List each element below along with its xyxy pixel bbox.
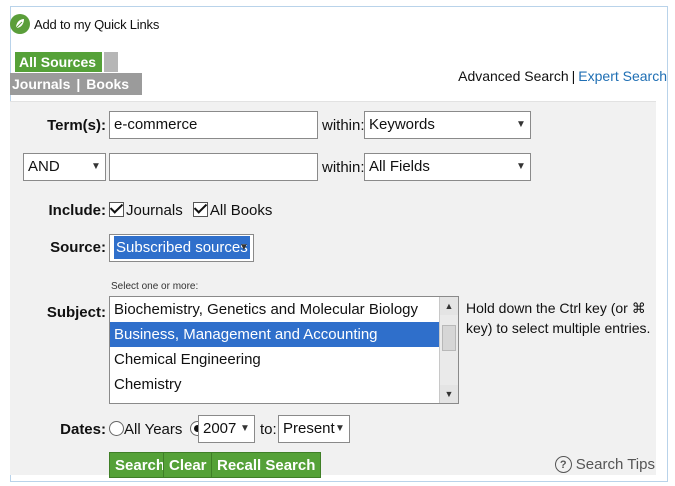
within-select-2[interactable]: All Fields ▼ bbox=[364, 153, 531, 181]
subject-help-text: Hold down the Ctrl key (or ⌘ key) to sel… bbox=[466, 300, 651, 336]
dates-label: Dates: bbox=[60, 421, 106, 438]
include-label: Include: bbox=[48, 202, 106, 219]
operator-select[interactable]: AND ▼ bbox=[23, 153, 106, 181]
help-icon: ? bbox=[554, 456, 572, 473]
chevron-down-icon: ▼ bbox=[516, 161, 526, 172]
include-options: Journals All Books bbox=[109, 201, 272, 221]
chevron-down-icon: ▼ bbox=[335, 423, 345, 434]
chevron-down-icon: ▼ bbox=[240, 423, 250, 434]
scroll-thumb[interactable] bbox=[442, 325, 456, 351]
scroll-down-icon[interactable]: ▼ bbox=[440, 385, 458, 403]
to-year-select[interactable]: Present ▼ bbox=[278, 415, 350, 443]
source-tabs: Journals | Books bbox=[10, 73, 142, 95]
subject-scrollbar[interactable]: ▲ ▼ bbox=[439, 297, 458, 403]
subject-hint: Select one or more: bbox=[111, 281, 199, 292]
all-books-checkbox-label[interactable]: All Books bbox=[210, 202, 273, 219]
scroll-up-icon[interactable]: ▲ bbox=[440, 297, 458, 315]
chevron-down-icon: ▼ bbox=[239, 242, 249, 253]
tab-separator: | bbox=[76, 76, 81, 92]
tab-books[interactable]: Books bbox=[86, 73, 129, 95]
search-links-separator: | bbox=[571, 68, 576, 84]
within-label-2: within: bbox=[322, 159, 365, 176]
chevron-down-icon: ▼ bbox=[91, 161, 101, 172]
dates-all-years: All Years bbox=[109, 420, 205, 440]
subject-option-selected[interactable]: Business, Management and Accounting bbox=[110, 322, 458, 347]
search-tips-label[interactable]: Search Tips bbox=[576, 456, 655, 473]
quick-links[interactable]: Add to my Quick Links bbox=[10, 12, 159, 36]
all-years-radio[interactable] bbox=[109, 421, 124, 436]
leaf-logo-icon bbox=[10, 14, 30, 34]
within-label-1: within: bbox=[322, 117, 365, 134]
all-books-checkbox[interactable] bbox=[192, 202, 208, 217]
tab-all-sources[interactable]: All Sources bbox=[15, 52, 102, 72]
recall-search-button[interactable]: Recall Search bbox=[211, 452, 322, 478]
clear-button[interactable]: Clear bbox=[163, 452, 213, 478]
chevron-down-icon: ▼ bbox=[516, 119, 526, 130]
quick-links-label[interactable]: Add to my Quick Links bbox=[34, 17, 159, 32]
from-year-value: 2007 bbox=[203, 420, 237, 437]
source-label: Source: bbox=[50, 239, 106, 256]
to-label: to: bbox=[260, 421, 277, 438]
search-tips-link[interactable]: ? Search Tips bbox=[554, 456, 655, 473]
subject-listbox[interactable]: Biochemistry, Genetics and Molecular Bio… bbox=[109, 296, 459, 404]
journals-checkbox[interactable] bbox=[109, 202, 124, 217]
subject-label: Subject: bbox=[46, 304, 106, 321]
expert-search-link[interactable]: Expert Search bbox=[578, 68, 667, 84]
tab-notch bbox=[104, 52, 118, 72]
subject-option[interactable]: Chemical Engineering bbox=[110, 347, 458, 372]
search-button[interactable]: Search bbox=[109, 452, 172, 478]
journals-checkbox-label[interactable]: Journals bbox=[126, 202, 183, 219]
within-select-1[interactable]: Keywords ▼ bbox=[364, 111, 531, 139]
within-select-1-value: Keywords bbox=[369, 116, 435, 133]
all-years-label[interactable]: All Years bbox=[124, 421, 182, 438]
search-mode-links: Advanced Search | Expert Search bbox=[458, 66, 667, 86]
to-year-value: Present bbox=[283, 420, 335, 437]
advanced-search-label: Advanced Search bbox=[458, 68, 569, 84]
tab-journals[interactable]: Journals bbox=[12, 73, 70, 95]
from-year-select[interactable]: 2007 ▼ bbox=[198, 415, 255, 443]
operator-select-value: AND bbox=[28, 158, 60, 175]
subject-option[interactable]: Biochemistry, Genetics and Molecular Bio… bbox=[110, 297, 458, 322]
terms-label: Term(s): bbox=[47, 117, 106, 134]
within-select-2-value: All Fields bbox=[369, 158, 430, 175]
terms-input[interactable]: e-commerce bbox=[109, 111, 318, 139]
source-select-value: Subscribed sources bbox=[114, 236, 250, 259]
terms-input-2[interactable] bbox=[109, 153, 318, 181]
source-select[interactable]: Subscribed sources ▼ bbox=[109, 234, 254, 262]
subject-option[interactable]: Chemistry bbox=[110, 372, 458, 397]
